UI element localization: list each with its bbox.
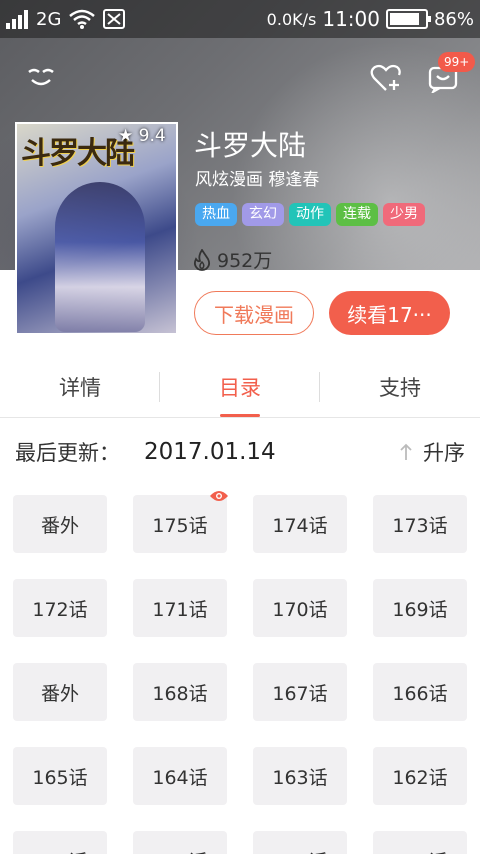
chapter-label: 番外 <box>40 682 79 705</box>
comic-title: 斗罗大陆 <box>194 129 307 162</box>
chapter-label: 158话 <box>392 847 447 854</box>
sort-toggle[interactable]: 升序 <box>399 437 465 467</box>
tab-divider <box>319 372 320 402</box>
battery-percent: 86% <box>433 8 474 30</box>
chapter-button[interactable]: 162话 <box>373 747 467 805</box>
tab-bar: 详情 目录 支持 <box>0 356 480 418</box>
continue-reading-button[interactable]: 续看17··· <box>329 291 450 335</box>
chapter-button[interactable]: 番外 <box>13 663 107 721</box>
chapter-button[interactable]: 167话 <box>253 663 347 721</box>
chapter-button[interactable]: 161话 <box>13 831 107 854</box>
battery-icon <box>385 9 431 29</box>
chapter-label: 174话 <box>272 514 328 537</box>
tag-list: 热血 玄幻 动作 连载 少男 <box>195 203 425 226</box>
tab-details[interactable]: 详情 <box>0 356 160 417</box>
update-row: 最后更新： 2017.01.14 升序 <box>0 428 480 476</box>
notification-badge: 99+ <box>438 52 476 72</box>
chapter-button[interactable]: 170话 <box>253 579 347 637</box>
cover-art <box>55 182 145 332</box>
chapter-label: 172话 <box>32 598 88 621</box>
sort-label: 升序 <box>423 441 465 465</box>
update-date: 2017.01.14 <box>144 439 276 465</box>
genre-tag[interactable]: 少男 <box>383 203 425 226</box>
chapter-button[interactable]: 164话 <box>133 747 227 805</box>
wifi-icon <box>69 9 96 29</box>
menu-face-icon[interactable] <box>23 60 59 96</box>
chapter-label: 162话 <box>392 766 448 789</box>
genre-tag[interactable]: 连载 <box>336 203 378 226</box>
download-button[interactable]: 下载漫画 <box>194 291 314 335</box>
comic-authors: 风炫漫画 穆逢春 <box>195 170 320 190</box>
chapter-label: 175话 <box>152 514 208 537</box>
tab-catalog[interactable]: 目录 <box>160 356 320 417</box>
chapter-label: 164话 <box>152 766 208 789</box>
chapter-label: 番外 <box>40 514 79 537</box>
chapter-button[interactable]: 171话 <box>133 579 227 637</box>
chapter-button[interactable]: 159话 <box>253 831 347 854</box>
favorite-add-icon[interactable] <box>368 60 404 96</box>
status-bar: 2G 0.0K/s 11:00 86% <box>0 0 480 38</box>
chapter-label: 167话 <box>272 682 328 705</box>
chapter-button[interactable]: 158话 <box>373 831 467 854</box>
network-type: 2G <box>36 8 62 30</box>
chapter-label: 169话 <box>392 598 448 621</box>
eye-icon <box>210 491 228 501</box>
chapter-button[interactable]: 172话 <box>13 579 107 637</box>
signal-icon <box>6 9 28 29</box>
genre-tag[interactable]: 热血 <box>195 203 237 226</box>
popularity: 952万 <box>193 246 272 273</box>
chapter-button[interactable]: 169话 <box>373 579 467 637</box>
tab-divider <box>159 372 160 402</box>
chapter-button[interactable]: 174话 <box>253 495 347 553</box>
chapter-label: 161话 <box>32 847 87 854</box>
arrow-up-icon <box>400 443 412 460</box>
chapter-label: 171话 <box>152 598 208 621</box>
chapter-label: 159话 <box>272 847 327 854</box>
cover-title: 斗罗大陆 <box>21 136 135 171</box>
chapter-button[interactable]: 番外 <box>13 495 107 553</box>
update-label: 最后更新： <box>15 441 120 465</box>
rating-value: 9.4 <box>138 126 166 146</box>
chapter-button[interactable]: 165话 <box>13 747 107 805</box>
star-icon: ★ <box>118 126 134 146</box>
genre-tag[interactable]: 玄幻 <box>242 203 284 226</box>
chapter-label: 173话 <box>392 514 448 537</box>
chapter-label: 170话 <box>272 598 328 621</box>
fire-icon <box>193 248 211 271</box>
clock: 11:00 <box>322 7 380 31</box>
chapter-label: 163话 <box>272 766 328 789</box>
chapter-button[interactable]: 163话 <box>253 747 347 805</box>
chapter-grid: 番外 175话 174话 173话 172话 171话 170话 169话 番外 168话 167话… <box>13 491 467 854</box>
rating: ★ 9.4 <box>118 126 166 146</box>
comic-cover[interactable]: 斗罗大陆 <box>15 122 178 335</box>
scissors-icon <box>103 9 126 29</box>
chapter-button[interactable]: 166话 <box>373 663 467 721</box>
chapter-button[interactable]: 175话 <box>133 491 228 553</box>
chapter-label: 166话 <box>392 682 448 705</box>
chapter-label: 165话 <box>32 766 88 789</box>
tab-support[interactable]: 支持 <box>320 356 480 417</box>
chapter-button[interactable]: 168话 <box>133 663 227 721</box>
chapter-label: 168话 <box>152 682 208 705</box>
chapter-label: 160话 <box>152 847 207 854</box>
chapter-button[interactable]: 160话 <box>133 831 227 854</box>
network-speed: 0.0K/s <box>266 9 317 29</box>
genre-tag[interactable]: 动作 <box>289 203 331 226</box>
chapter-button[interactable]: 173话 <box>373 495 467 553</box>
popularity-count: 952万 <box>217 250 273 272</box>
